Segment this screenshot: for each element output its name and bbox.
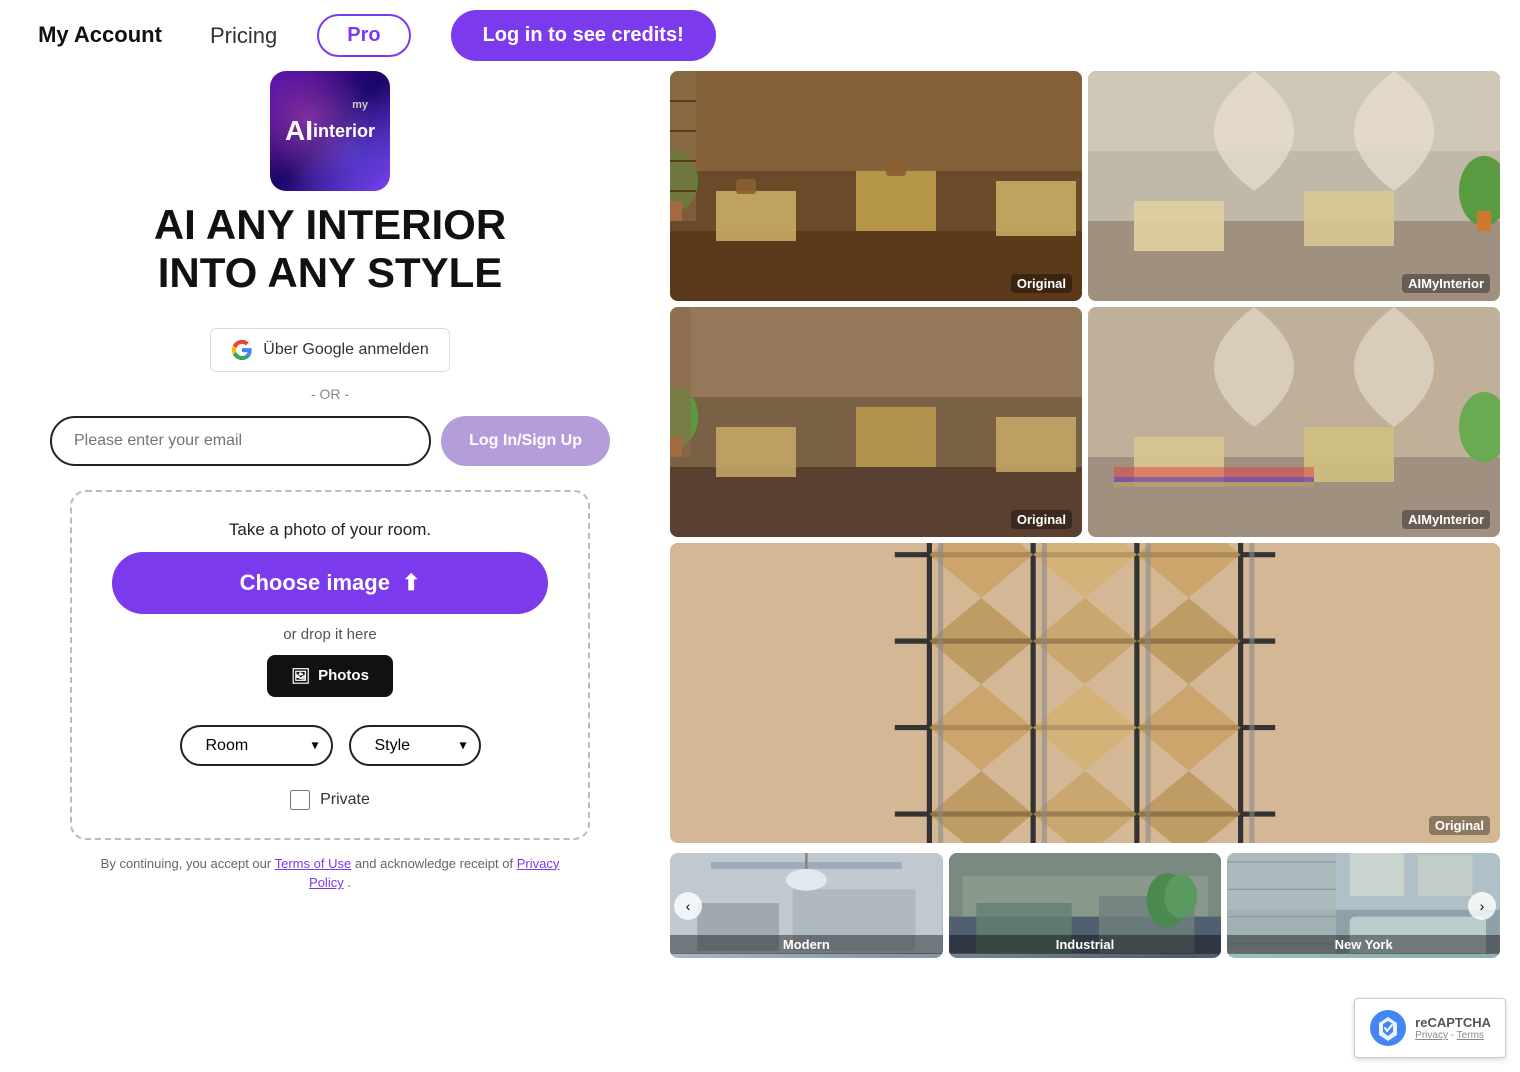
- gallery-svg-single: [670, 543, 1500, 843]
- image-label-original-1: Original: [1011, 274, 1072, 293]
- room-dropdown[interactable]: Room Living Room Bedroom Kitchen: [180, 725, 333, 766]
- or-divider: - OR -: [311, 386, 349, 402]
- recaptcha-logo-icon: [1369, 1009, 1407, 1047]
- gallery-middle-row: Original AIMyInterior: [670, 307, 1500, 537]
- main-layout: my AI interior AI ANY INTERIOR INTO ANY …: [0, 71, 1520, 958]
- email-row: Log In/Sign Up: [50, 416, 610, 466]
- thumb-label-newyork: New York: [1227, 935, 1500, 954]
- recaptcha-privacy-link[interactable]: Privacy: [1415, 1030, 1448, 1041]
- gallery-image-original-1: Original: [670, 71, 1082, 301]
- app-logo: my AI interior: [270, 71, 390, 191]
- private-checkbox[interactable]: [290, 790, 310, 810]
- left-panel: my AI interior AI ANY INTERIOR INTO ANY …: [0, 71, 660, 958]
- gallery-top-row: Original AIMyInteri: [670, 71, 1500, 301]
- right-panel: Original AIMyInteri: [660, 71, 1520, 958]
- thumbnail-industrial[interactable]: Industrial: [949, 853, 1222, 958]
- logo-my-text: my: [352, 99, 368, 111]
- image-label-ai-2: AIMyInterior: [1402, 510, 1490, 529]
- recaptcha-terms-link[interactable]: Terms: [1457, 1030, 1484, 1041]
- thumb-arrow-left[interactable]: ‹: [674, 892, 702, 920]
- dropdowns-row: Room Living Room Bedroom Kitchen Style M…: [180, 725, 481, 766]
- thumb-label-modern: Modern: [670, 935, 943, 954]
- pricing-link[interactable]: Pricing: [210, 23, 277, 49]
- gallery-svg-1: [670, 71, 1082, 301]
- terms-of-use-link[interactable]: Terms of Use: [275, 856, 352, 871]
- logo-ai-text: AI: [285, 115, 313, 147]
- login-signup-button[interactable]: Log In/Sign Up: [441, 416, 610, 466]
- image-label-single: Original: [1429, 816, 1490, 835]
- recaptcha-badge: reCAPTCHA Privacy - Terms: [1354, 998, 1506, 1058]
- room-dropdown-wrapper: Room Living Room Bedroom Kitchen: [180, 725, 333, 766]
- image-label-ai-1: AIMyInterior: [1402, 274, 1490, 293]
- upload-icon: ⬆: [402, 570, 420, 596]
- email-input[interactable]: [50, 416, 431, 466]
- thumb-arrow-right[interactable]: ›: [1468, 892, 1496, 920]
- pro-badge-button[interactable]: Pro: [317, 14, 410, 57]
- drop-text: or drop it here: [283, 626, 376, 643]
- gallery-image-original-2: Original: [670, 307, 1082, 537]
- style-dropdown-wrapper: Style Modern Industrial New York: [349, 725, 481, 766]
- thumbnail-newyork[interactable]: New York ›: [1227, 853, 1500, 958]
- google-label: Über Google anmelden: [263, 341, 428, 359]
- photos-icon: 🖼: [291, 667, 310, 685]
- thumbnail-modern[interactable]: ‹ Modern: [670, 853, 943, 958]
- main-headline: AI ANY INTERIOR INTO ANY STYLE: [154, 201, 506, 298]
- gallery-image-ai-1: AIMyInterior: [1088, 71, 1500, 301]
- choose-image-button[interactable]: Choose image ⬆: [112, 552, 548, 614]
- private-row: Private: [290, 790, 370, 810]
- thumbnail-row: ‹ Modern: [670, 853, 1500, 958]
- google-signin-button[interactable]: Über Google anmelden: [210, 328, 449, 372]
- private-label: Private: [320, 791, 370, 809]
- gallery-svg-4: [1088, 307, 1500, 537]
- style-dropdown[interactable]: Style Modern Industrial New York: [349, 725, 481, 766]
- recaptcha-text: reCAPTCHA Privacy - Terms: [1415, 1015, 1491, 1041]
- gallery-svg-3: [670, 307, 1082, 537]
- gallery-single-image: Original: [670, 543, 1500, 843]
- gallery-image-ai-2: AIMyInterior: [1088, 307, 1500, 537]
- gallery-svg-2: [1088, 71, 1500, 301]
- my-account-link[interactable]: My Account: [30, 22, 170, 48]
- logo-interior-text: interior: [313, 121, 375, 142]
- photos-button[interactable]: 🖼 Photos: [267, 655, 393, 697]
- terms-text: By continuing, you accept our Terms of U…: [90, 854, 570, 893]
- upload-title: Take a photo of your room.: [229, 520, 431, 540]
- header: My Account Pricing Pro Log in to see cre…: [0, 0, 1520, 71]
- login-credits-button[interactable]: Log in to see credits!: [451, 10, 716, 61]
- google-icon: [231, 339, 253, 361]
- thumb-label-industrial: Industrial: [949, 935, 1222, 954]
- upload-dropzone: Take a photo of your room. Choose image …: [70, 490, 590, 840]
- image-label-original-2: Original: [1011, 510, 1072, 529]
